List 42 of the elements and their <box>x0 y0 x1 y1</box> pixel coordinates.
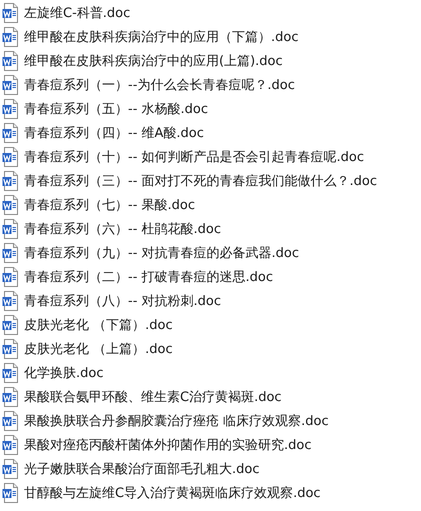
word-document-icon <box>2 387 19 407</box>
word-document-icon <box>2 75 19 95</box>
file-item[interactable]: 皮肤光老化 （上篇）.doc <box>2 337 173 361</box>
file-item[interactable]: 甘醇酸与左旋维C导入治疗黄褐斑临床疗效观察.doc <box>2 481 321 505</box>
word-document-icon <box>2 339 19 359</box>
word-document-icon <box>2 363 19 383</box>
file-item[interactable]: 果酸换肤联合丹参酮胶囊治疗痤疮 临床疗效观察.doc <box>2 409 329 433</box>
file-item[interactable]: 青春痘系列（二）-- 打破青春痘的迷思.doc <box>2 265 273 289</box>
word-document-icon <box>2 147 19 167</box>
file-item[interactable]: 光子嫩肤联合果酸治疗面部毛孔粗大.doc <box>2 457 260 481</box>
word-document-icon <box>2 411 19 431</box>
file-item[interactable]: 青春痘系列（一）--为什么会长青春痘呢？.doc <box>2 73 295 97</box>
word-document-icon <box>2 315 19 335</box>
file-item[interactable]: 维甲酸在皮肤科疾病治疗中的应用(上篇).doc <box>2 49 283 73</box>
word-document-icon <box>2 267 19 287</box>
file-item[interactable]: 青春痘系列（七）-- 果酸.doc <box>2 193 195 217</box>
word-document-icon <box>2 459 19 479</box>
file-item[interactable]: 青春痘系列（十）-- 如何判断产品是否会引起青春痘呢.doc <box>2 145 364 169</box>
file-item[interactable]: 青春痘系列（四）-- 维A酸.doc <box>2 121 204 145</box>
file-item[interactable]: 维甲酸在皮肤科疾病治疗中的应用（下篇）.doc <box>2 25 298 49</box>
file-item[interactable]: 果酸联合氨甲环酸、维生素C治疗黄褐斑.doc <box>2 385 282 409</box>
file-item[interactable]: 青春痘系列（九）-- 对抗青春痘的必备武器.doc <box>2 241 299 265</box>
word-document-icon <box>2 435 19 455</box>
word-document-icon <box>2 51 19 71</box>
word-document-icon <box>2 243 19 263</box>
word-document-icon <box>2 219 19 239</box>
word-document-icon <box>2 195 19 215</box>
file-item[interactable]: 青春痘系列（八）-- 对抗粉刺.doc <box>2 289 221 313</box>
word-document-icon <box>2 3 19 23</box>
word-document-icon <box>2 171 19 191</box>
file-item[interactable]: 青春痘系列（五）-- 水杨酸.doc <box>2 97 208 121</box>
file-item[interactable]: 化学换肤.doc <box>2 361 104 385</box>
file-item[interactable]: 皮肤光老化 （下篇）.doc <box>2 313 173 337</box>
file-item[interactable]: 青春痘系列（三）-- 面对打不死的青春痘我们能做什么？.doc <box>2 169 377 193</box>
word-document-icon <box>2 27 19 47</box>
word-document-icon <box>2 291 19 311</box>
word-document-icon <box>2 483 19 503</box>
word-document-icon <box>2 123 19 143</box>
file-item[interactable]: 左旋维C-科普.doc <box>2 1 130 25</box>
file-item[interactable]: 果酸对痤疮丙酸杆菌体外抑菌作用的实验研究.doc <box>2 433 312 457</box>
file-item[interactable]: 青春痘系列（六）-- 杜鹃花酸.doc <box>2 217 221 241</box>
word-document-icon <box>2 99 19 119</box>
